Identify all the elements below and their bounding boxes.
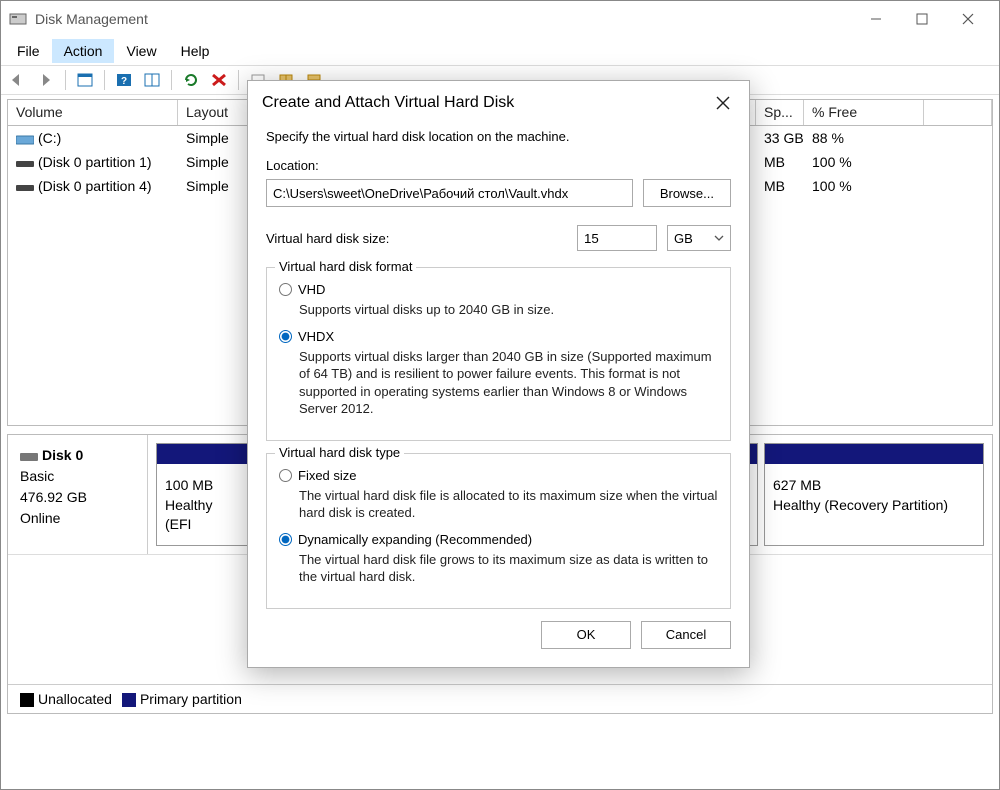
menu-help[interactable]: Help	[169, 39, 222, 63]
chevron-down-icon	[714, 235, 724, 241]
size-unit-selectוץ[interactable]: GB	[667, 225, 731, 251]
format-vhdx-radio[interactable]	[279, 330, 292, 343]
toolbar-icon-3[interactable]	[141, 69, 163, 91]
type-fixed-desc: The virtual hard disk file is allocated …	[299, 487, 718, 522]
type-dynamic-label: Dynamically expanding (Recommended)	[298, 532, 532, 547]
format-vhd-radio[interactable]	[279, 283, 292, 296]
partition-status: Healthy (EFI	[165, 496, 242, 535]
dialog-subtitle: Specify the virtual hard disk location o…	[266, 129, 731, 144]
drive-icon	[16, 133, 34, 145]
volume-name: (Disk 0 partition 4)	[38, 178, 152, 194]
partition-size: 627 MB	[773, 476, 975, 496]
disk-icon	[20, 449, 38, 463]
maximize-button[interactable]	[899, 3, 945, 35]
volume-layout: Simple	[178, 178, 258, 194]
drive-icon	[16, 181, 34, 193]
volume-free: 100 %	[804, 178, 924, 194]
dialog-titlebar: Create and Attach Virtual Hard Disk	[248, 81, 749, 123]
format-vhdx-desc: Supports virtual disks larger than 2040 …	[299, 348, 718, 418]
col-volume[interactable]: Volume	[8, 100, 178, 125]
partition[interactable]: 627 MB Healthy (Recovery Partition)	[764, 443, 984, 546]
volume-capacity: MB	[756, 178, 804, 194]
format-group-label: Virtual hard disk format	[275, 259, 416, 274]
browse-button[interactable]: Browse...	[643, 179, 731, 207]
legend: Unallocated Primary partition	[8, 684, 992, 713]
col-capacity[interactable]: Sp...	[756, 100, 804, 125]
volume-free: 100 %	[804, 154, 924, 170]
legend-primary: Primary partition	[140, 691, 242, 707]
create-vhd-dialog: Create and Attach Virtual Hard Disk Spec…	[247, 80, 750, 668]
location-label: Location:	[266, 158, 731, 173]
type-group-label: Virtual hard disk type	[275, 445, 404, 460]
col-free[interactable]: % Free	[804, 100, 924, 125]
type-fixed-radio[interactable]	[279, 469, 292, 482]
disk-type: Basic	[20, 466, 135, 487]
back-icon[interactable]	[7, 69, 29, 91]
volume-capacity: MB	[756, 154, 804, 170]
menubar: File Action View Help	[1, 37, 999, 65]
app-icon	[9, 10, 27, 28]
partition-size: 100 MB	[165, 476, 242, 496]
volume-name: (Disk 0 partition 1)	[38, 154, 152, 170]
volume-capacity: 33 GB	[756, 130, 804, 146]
window-title: Disk Management	[35, 11, 148, 27]
refresh-icon[interactable]	[180, 69, 202, 91]
type-dynamic-option[interactable]: Dynamically expanding (Recommended)	[279, 532, 718, 547]
size-input[interactable]	[577, 225, 657, 251]
disk-size: 476.92 GB	[20, 487, 135, 508]
type-dynamic-radio[interactable]	[279, 533, 292, 546]
legend-unallocated: Unallocated	[38, 691, 112, 707]
disk-name: Disk 0	[42, 447, 83, 463]
volume-layout: Simple	[178, 154, 258, 170]
disk-info[interactable]: Disk 0 Basic 476.92 GB Online	[8, 435, 148, 554]
delete-icon[interactable]	[208, 69, 230, 91]
ok-button[interactable]: OK	[541, 621, 631, 649]
volume-name: (C:)	[38, 130, 61, 146]
menu-view[interactable]: View	[114, 39, 168, 63]
titlebar: Disk Management	[1, 1, 999, 37]
minimize-button[interactable]	[853, 3, 899, 35]
dialog-close-button[interactable]	[711, 91, 735, 115]
close-button[interactable]	[945, 3, 991, 35]
col-layout[interactable]: Layout	[178, 100, 258, 125]
format-vhdx-option[interactable]: VHDX	[279, 329, 718, 344]
menu-file[interactable]: File	[5, 39, 52, 63]
disk-status: Online	[20, 508, 135, 529]
svg-text:?: ?	[121, 76, 127, 87]
format-vhd-option[interactable]: VHD	[279, 282, 718, 297]
dialog-title: Create and Attach Virtual Hard Disk	[262, 94, 514, 112]
volume-free: 88 %	[804, 130, 924, 146]
partition[interactable]: 100 MB Healthy (EFI	[156, 443, 251, 546]
type-group: Virtual hard disk type Fixed size The vi…	[266, 453, 731, 609]
format-vhd-desc: Supports virtual disks up to 2040 GB in …	[299, 301, 718, 319]
cancel-button[interactable]: Cancel	[641, 621, 731, 649]
legend-primary-swatch	[122, 693, 136, 707]
format-vhdx-label: VHDX	[298, 329, 334, 344]
type-dynamic-desc: The virtual hard disk file grows to its …	[299, 551, 718, 586]
volume-layout: Simple	[178, 130, 258, 146]
size-unit-value: GB	[674, 231, 693, 246]
legend-unallocated-swatch	[20, 693, 34, 707]
toolbar-icon-1[interactable]	[74, 69, 96, 91]
size-label: Virtual hard disk size:	[266, 231, 567, 246]
format-group: Virtual hard disk format VHD Supports vi…	[266, 267, 731, 441]
format-vhd-label: VHD	[298, 282, 325, 297]
help-icon[interactable]: ?	[113, 69, 135, 91]
forward-icon[interactable]	[35, 69, 57, 91]
menu-action[interactable]: Action	[52, 39, 115, 63]
type-fixed-option[interactable]: Fixed size	[279, 468, 718, 483]
location-input[interactable]	[266, 179, 633, 207]
type-fixed-label: Fixed size	[298, 468, 357, 483]
drive-icon	[16, 157, 34, 169]
partition-status: Healthy (Recovery Partition)	[773, 496, 975, 516]
col-blank	[924, 100, 992, 125]
